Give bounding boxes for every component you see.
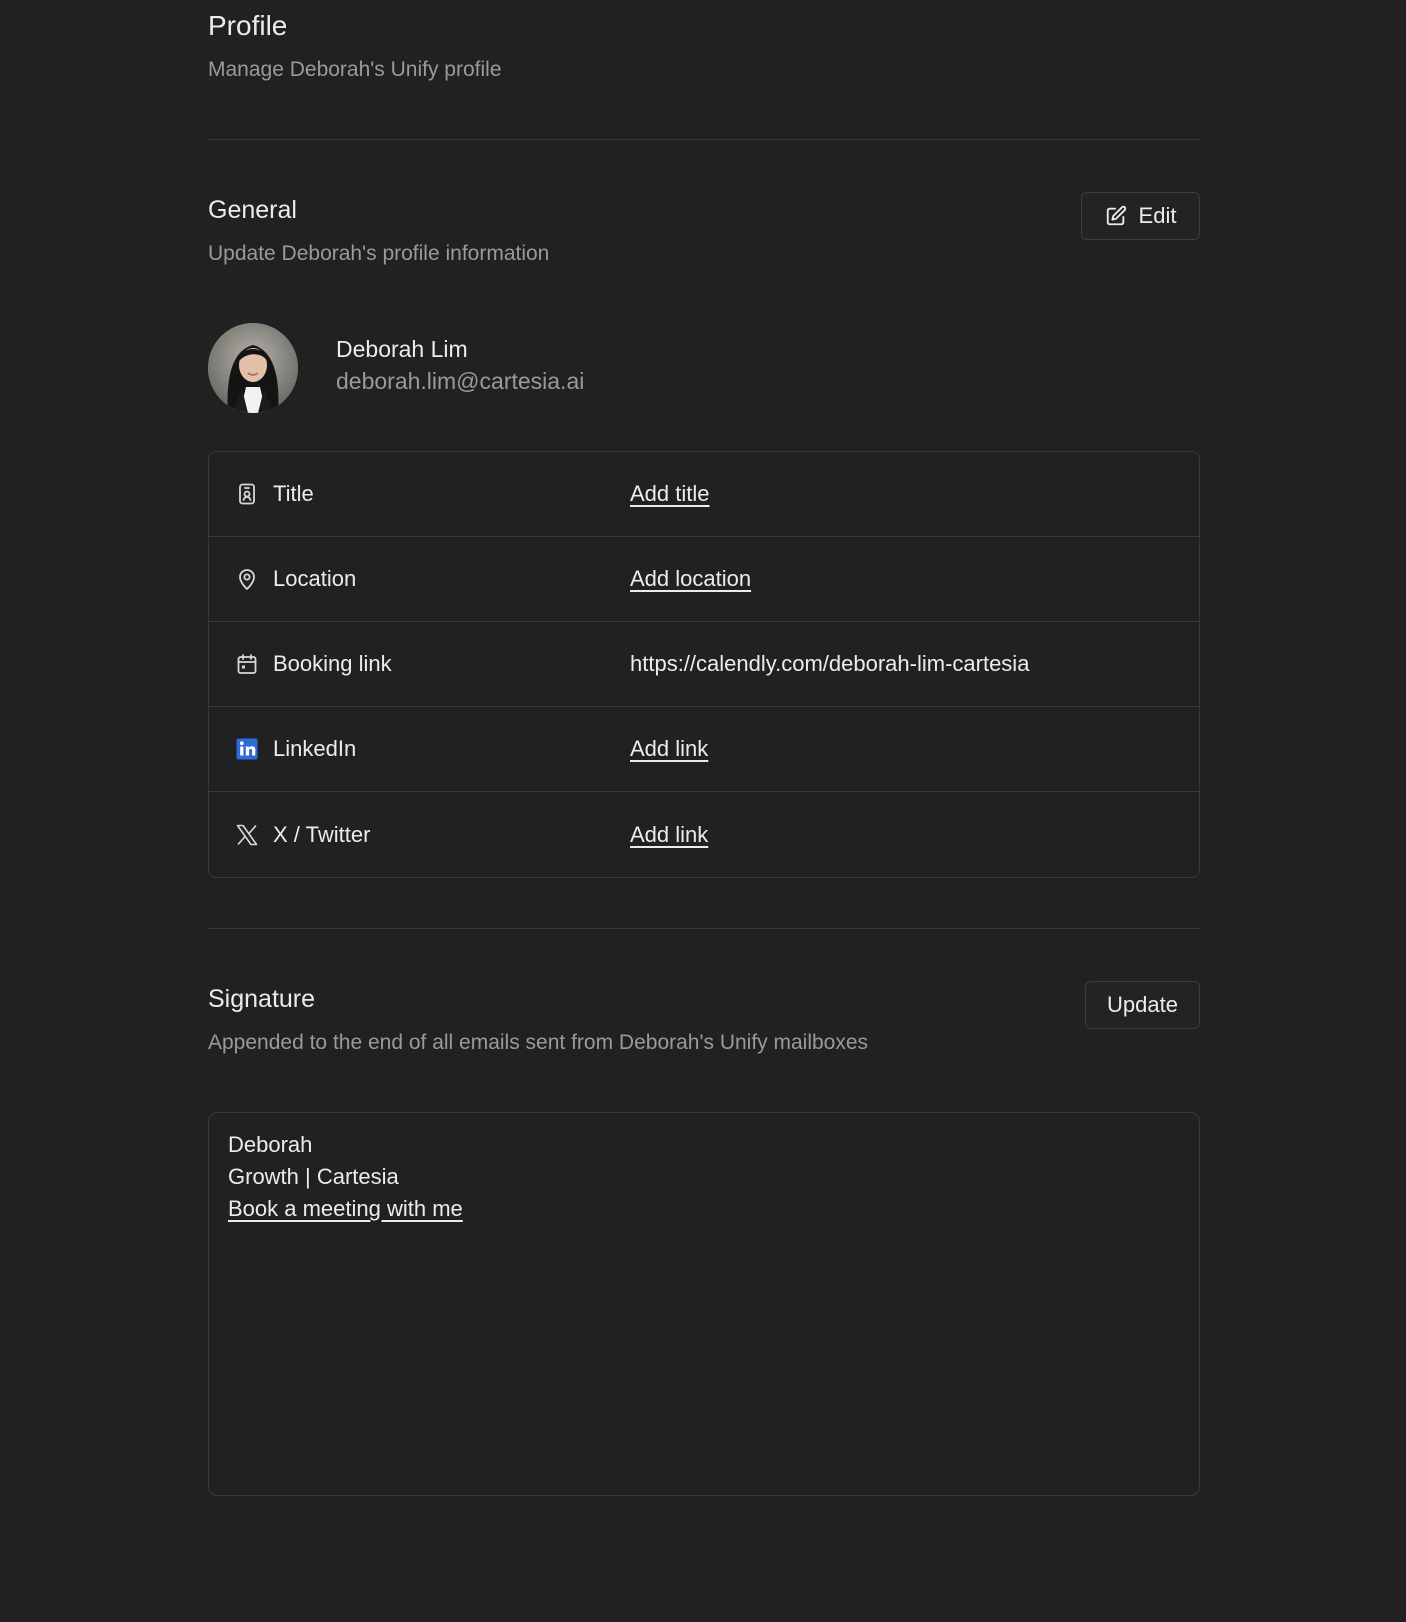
signature-section-title: Signature [208, 985, 316, 1013]
field-label: Booking link [273, 651, 392, 676]
field-row-location: Location Add location [209, 537, 1199, 622]
update-signature-button[interactable]: Update [1085, 981, 1200, 1029]
book-meeting-link[interactable]: Book a meeting with me [228, 1196, 463, 1221]
add-twitter-link[interactable]: Add link [630, 822, 708, 848]
field-row-title: Title Add title [209, 452, 1199, 537]
linkedin-icon [235, 737, 259, 761]
page-subtitle: Manage Deborah's Unify profile [208, 58, 502, 81]
signature-line-role: Growth | Cartesia [228, 1164, 399, 1189]
field-label: Location [273, 566, 357, 591]
field-row-linkedin: LinkedIn Add link [209, 707, 1199, 792]
field-row-x-twitter: X / Twitter Add link [209, 792, 1199, 877]
x-twitter-icon [235, 823, 259, 847]
add-linkedin-link[interactable]: Add link [630, 736, 708, 762]
booking-link-value[interactable]: https://calendly.com/deborah-lim-cartesi… [630, 651, 1029, 677]
add-title-link[interactable]: Add title [630, 481, 710, 507]
page-title: Profile [208, 10, 288, 41]
edit-button[interactable]: Edit [1081, 192, 1200, 240]
avatar [208, 323, 298, 413]
field-row-booking-link: Booking link https://calendly.com/debora… [209, 622, 1199, 707]
signature-section-subtitle: Appended to the end of all emails sent f… [208, 1031, 869, 1054]
edit-button-label: Edit [1138, 203, 1177, 228]
user-name: Deborah Lim [336, 336, 468, 362]
calendar-icon [235, 652, 259, 676]
field-label: Title [273, 481, 314, 506]
signature-editor[interactable]: Deborah Growth | Cartesia Book a meeting… [208, 1112, 1200, 1496]
pencil-square-icon [1105, 205, 1127, 227]
map-pin-icon [235, 567, 259, 591]
add-location-link[interactable]: Add location [630, 566, 751, 592]
signature-line-name: Deborah [228, 1132, 313, 1157]
header-divider [208, 139, 1200, 140]
id-badge-icon [235, 482, 259, 506]
section-divider [208, 928, 1200, 929]
profile-fields-table: Title Add title Location Add location Bo… [208, 451, 1200, 878]
general-section-title: General [208, 196, 297, 224]
user-email: deborah.lim@cartesia.ai [336, 368, 585, 394]
field-label: X / Twitter [273, 821, 371, 847]
general-section-subtitle: Update Deborah's profile information [208, 242, 550, 265]
field-label: LinkedIn [273, 736, 357, 761]
